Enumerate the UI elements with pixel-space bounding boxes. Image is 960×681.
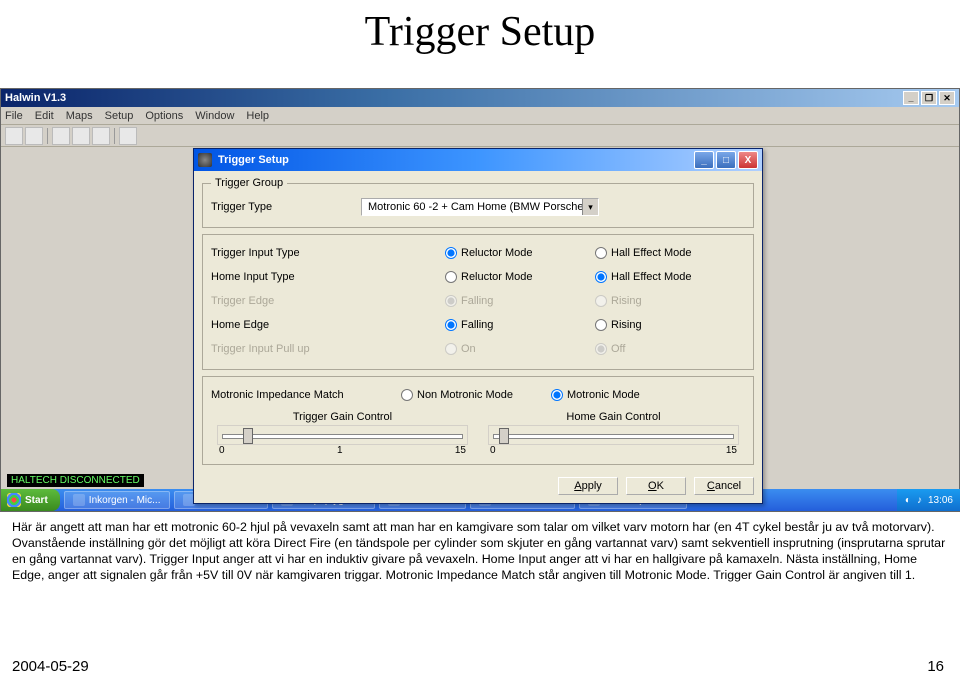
option-row: Home Input Type Reluctor ModeHall Effect … (211, 265, 745, 289)
option-row: Home Edge FallingRising (211, 313, 745, 337)
apply-button[interactable]: Apply (558, 477, 618, 495)
dialog-titlebar: Trigger Setup _ □ X (194, 149, 762, 171)
chevron-down-icon[interactable] (582, 199, 598, 215)
option-radio-2: Rising (595, 295, 745, 307)
app-close-button[interactable]: ✕ (939, 91, 955, 105)
option-row: Trigger Input Type Reluctor ModeHall Effe… (211, 241, 745, 265)
slider-thumb[interactable] (243, 428, 253, 444)
app-menubar: File Edit Maps Setup Options Window Help (1, 107, 959, 125)
app-title: Halwin V1.3 (5, 92, 66, 104)
toolbar-button[interactable] (92, 127, 110, 145)
trigger-setup-dialog: Trigger Setup _ □ X Trigger Group Trigge… (193, 148, 763, 504)
dialog-title: Trigger Setup (218, 154, 289, 166)
tray-icon[interactable]: ◐ (905, 495, 911, 506)
clock: 13:06 (928, 495, 953, 506)
trigger-gain-slider[interactable]: Trigger Gain Control 0115 (217, 411, 468, 456)
slider-thumb[interactable] (499, 428, 509, 444)
option-radio-2[interactable]: Rising (595, 319, 745, 331)
trigger-type-combo[interactable]: Motronic 60 -2 + Cam Home (BMW Porsche) (361, 198, 599, 216)
app-titlebar: Halwin V1.3 _ ❐ ✕ (1, 89, 959, 107)
menu-setup[interactable]: Setup (105, 110, 134, 122)
option-label: Home Edge (211, 319, 361, 331)
trigger-type-value: Motronic 60 -2 + Cam Home (BMW Porsche) (362, 201, 582, 213)
impedance-fieldset: Motronic Impedance Match Non Motronic Mo… (202, 376, 754, 465)
app-toolbar (1, 125, 959, 147)
app-restore-button[interactable]: ❐ (921, 91, 937, 105)
app-minimize-button[interactable]: _ (903, 91, 919, 105)
option-radio-2[interactable]: Hall Effect Mode (595, 247, 745, 259)
footer-page: 16 (927, 658, 944, 675)
menu-help[interactable]: Help (246, 110, 269, 122)
dialog-maximize-button[interactable]: □ (716, 151, 736, 169)
impedance-motronic[interactable]: Motronic Mode (551, 389, 701, 401)
dialog-close-button[interactable]: X (738, 151, 758, 169)
tray-icon[interactable]: ♪ (917, 495, 922, 506)
menu-window[interactable]: Window (195, 110, 234, 122)
system-tray[interactable]: ◐ ♪ 13:06 (897, 489, 960, 511)
impedance-label: Motronic Impedance Match (211, 389, 401, 401)
cancel-button[interactable]: Cancel (694, 477, 754, 495)
home-gain-slider[interactable]: Home Gain Control 015 (488, 411, 739, 456)
option-radio-2[interactable]: Hall Effect Mode (595, 271, 745, 283)
option-radio-1: Falling (445, 295, 595, 307)
slider-title: Trigger Gain Control (217, 411, 468, 423)
option-radio-2: Off (595, 343, 745, 355)
dialog-icon (198, 153, 212, 167)
page-title: Trigger Setup (0, 0, 960, 60)
option-radio-1: On (445, 343, 595, 355)
ok-button[interactable]: OK (626, 477, 686, 495)
menu-maps[interactable]: Maps (66, 110, 93, 122)
toolbar-button[interactable] (5, 127, 23, 145)
impedance-non-motronic[interactable]: Non Motronic Mode (401, 389, 551, 401)
trigger-group-fieldset: Trigger Group Trigger Type Motronic 60 -… (202, 177, 754, 228)
menu-edit[interactable]: Edit (35, 110, 54, 122)
toolbar-button[interactable] (72, 127, 90, 145)
trigger-group-legend: Trigger Group (211, 177, 287, 189)
option-radio-1[interactable]: Falling (445, 319, 595, 331)
option-label: Trigger Edge (211, 295, 361, 307)
option-row: Trigger Edge FallingRising (211, 289, 745, 313)
option-radio-1[interactable]: Reluctor Mode (445, 271, 595, 283)
option-label: Home Input Type (211, 271, 361, 283)
taskbar-item[interactable]: Inkorgen - Mic... (64, 491, 170, 509)
trigger-type-label: Trigger Type (211, 201, 361, 213)
option-label: Trigger Input Type (211, 247, 361, 259)
start-button[interactable]: Start (1, 489, 60, 511)
menu-options[interactable]: Options (145, 110, 183, 122)
footer-date: 2004-05-29 (12, 658, 89, 675)
app-icon (73, 494, 85, 506)
option-label: Trigger Input Pull up (211, 343, 361, 355)
toolbar-button[interactable] (52, 127, 70, 145)
dialog-minimize-button[interactable]: _ (694, 151, 714, 169)
menu-file[interactable]: File (5, 110, 23, 122)
slider-title: Home Gain Control (488, 411, 739, 423)
toolbar-button[interactable] (25, 127, 43, 145)
option-row: Trigger Input Pull up OnOff (211, 337, 745, 361)
description-text: Här är angett att man har ett motronic 6… (12, 520, 947, 584)
option-radio-1[interactable]: Reluctor Mode (445, 247, 595, 259)
trigger-options-fieldset: Trigger Input Type Reluctor ModeHall Effe… (202, 234, 754, 370)
haltech-status: HALTECH DISCONNECTED (7, 474, 144, 487)
toolbar-button[interactable] (119, 127, 137, 145)
